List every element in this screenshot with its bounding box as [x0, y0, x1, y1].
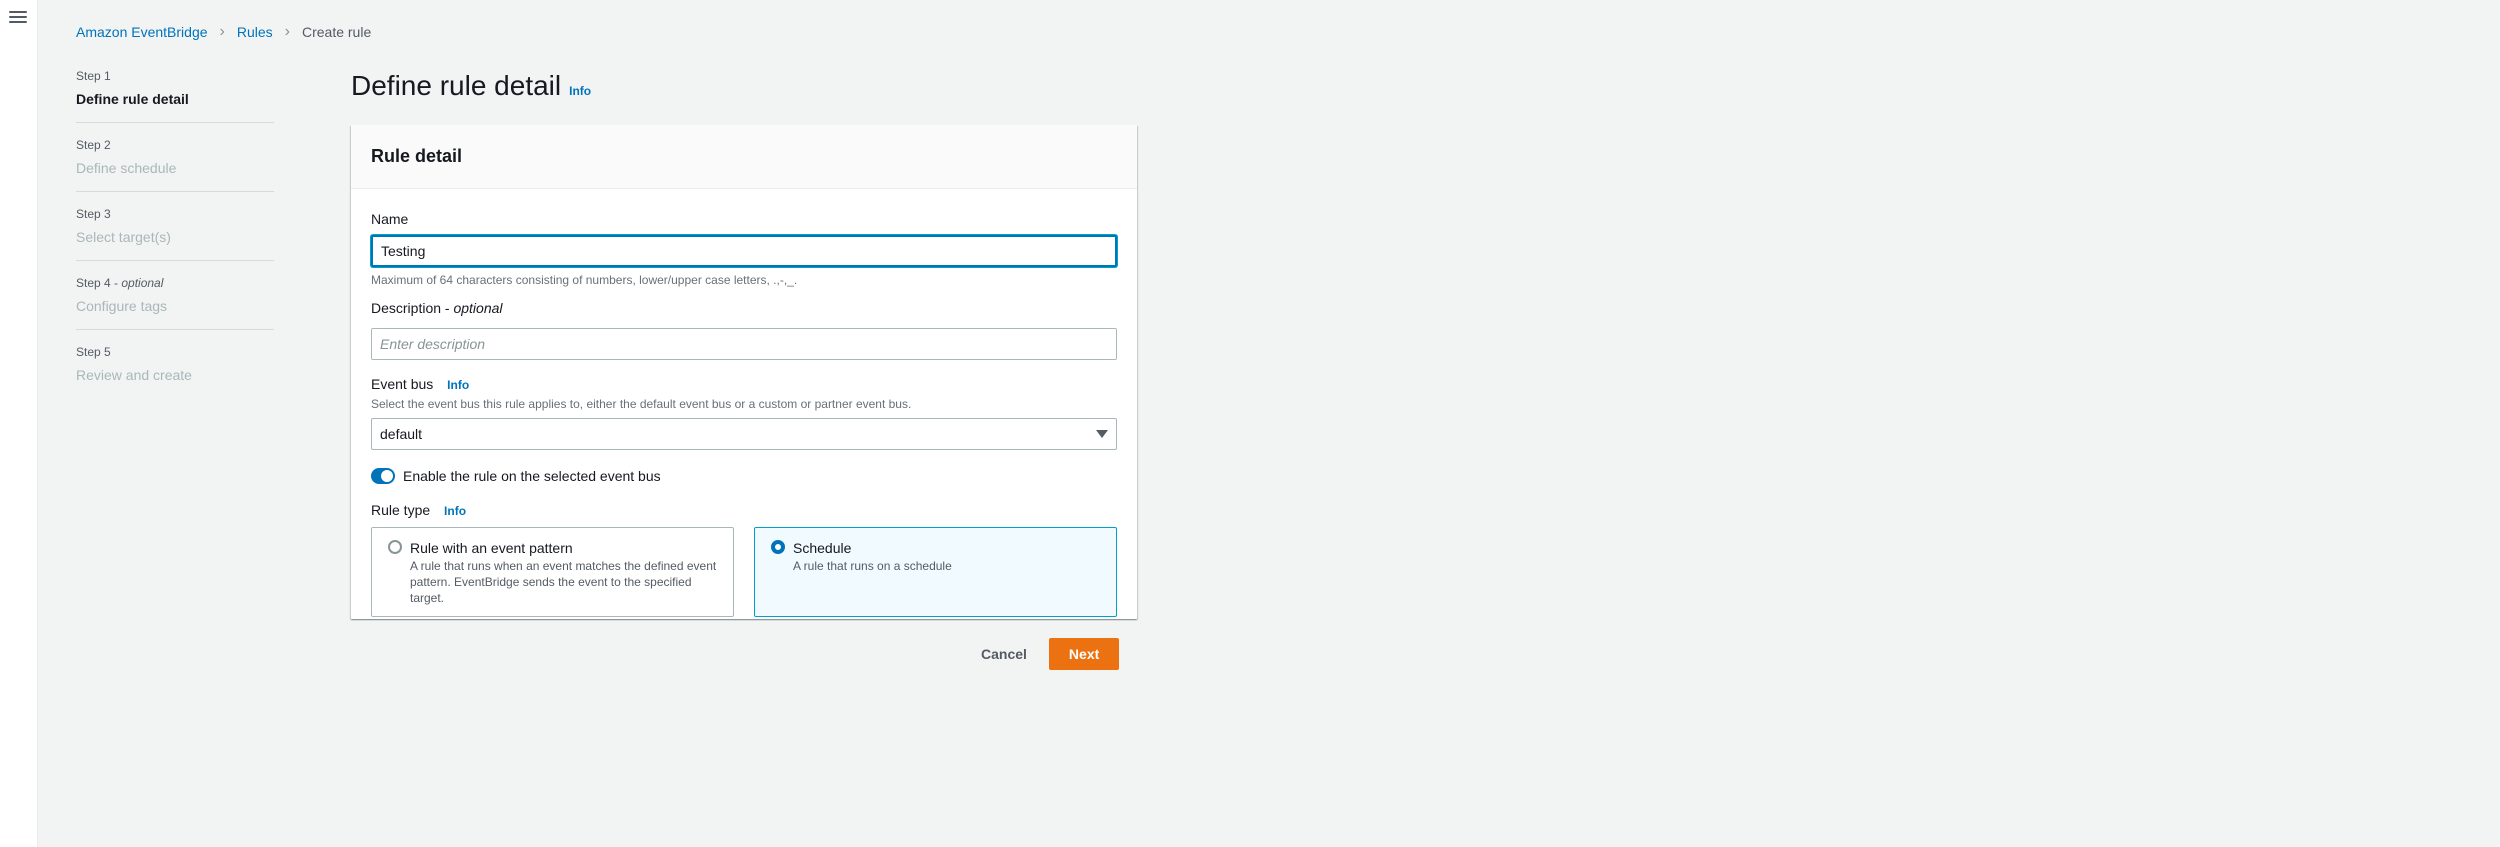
wizard-actions: Cancel Next — [981, 638, 1120, 670]
event-bus-hint: Select the event bus this rule applies t… — [371, 397, 912, 411]
page-header: Define rule detail Info — [351, 70, 591, 102]
wizard-step-2: Step 2 Define schedule — [76, 137, 274, 192]
wizard-step-3: Step 3 Select target(s) — [76, 206, 274, 261]
name-constraint-hint: Maximum of 64 characters consisting of n… — [371, 273, 798, 287]
option-title: Rule with an event pattern — [410, 540, 573, 556]
option-title: Schedule — [793, 540, 852, 556]
breadcrumb-rules-link[interactable]: Rules — [237, 24, 273, 40]
step-title: Define schedule — [76, 160, 177, 176]
wizard-steps: Step 1 Define rule detail Step 2 Define … — [76, 68, 274, 412]
chevron-right-icon: › — [284, 23, 290, 40]
step-title: Configure tags — [76, 298, 168, 314]
description-field-group: Description - optional — [371, 298, 1117, 360]
breadcrumb: Amazon EventBridge › Rules › Create rule — [76, 22, 371, 42]
enable-rule-toggle[interactable] — [371, 468, 395, 484]
radio-button[interactable] — [771, 540, 785, 554]
name-input[interactable] — [371, 235, 1117, 267]
event-bus-label: Event bus — [371, 376, 434, 392]
card-body: Name Maximum of 64 characters consisting… — [351, 189, 1137, 617]
step-number: Step 3 — [76, 207, 111, 221]
rule-type-options: Rule with an event pattern A rule that r… — [371, 527, 1117, 617]
caret-down-icon — [1096, 430, 1108, 438]
step-title: Select target(s) — [76, 229, 171, 245]
step-number-text: Step 4 - — [76, 276, 122, 290]
wizard-step-5: Step 5 Review and create — [76, 344, 274, 398]
rule-type-option-schedule[interactable]: Schedule A rule that runs on a schedule — [754, 527, 1117, 617]
description-optional-text: optional — [453, 300, 503, 316]
page-info-link[interactable]: Info — [569, 84, 591, 98]
option-description: A rule that runs on a schedule — [793, 559, 952, 573]
card-title: Rule detail — [371, 146, 463, 166]
description-input[interactable] — [371, 328, 1117, 360]
card-header: Rule detail — [351, 125, 1137, 189]
page-title: Define rule detail — [351, 70, 562, 101]
description-label: Description - optional — [371, 298, 1117, 318]
rule-detail-card: Rule detail Name Maximum of 64 character… — [351, 125, 1137, 619]
enable-rule-toggle-label: Enable the rule on the selected event bu… — [403, 468, 661, 484]
breadcrumb-eventbridge-link[interactable]: Amazon EventBridge — [76, 24, 208, 40]
event-bus-label-row: Event bus Info — [371, 374, 1117, 395]
step-number: Step 5 — [76, 345, 111, 359]
side-navigation-rail — [0, 0, 38, 847]
next-button[interactable]: Next — [1048, 638, 1120, 670]
step-number: Step 1 — [76, 69, 111, 83]
option-description: A rule that runs when an event matches t… — [410, 559, 717, 605]
event-bus-info-link[interactable]: Info — [447, 378, 469, 392]
wizard-step-1: Step 1 Define rule detail — [76, 68, 274, 123]
name-field-group: Name Maximum of 64 characters consisting… — [371, 209, 1117, 288]
step-title: Define rule detail — [76, 91, 189, 107]
rule-type-label-row: Rule type Info — [371, 500, 1117, 521]
cancel-button[interactable]: Cancel — [981, 646, 1027, 662]
rule-type-option-event-pattern[interactable]: Rule with an event pattern A rule that r… — [371, 527, 734, 617]
enable-rule-toggle-row[interactable]: Enable the rule on the selected event bu… — [371, 468, 1117, 484]
step-optional-text: optional — [121, 276, 164, 290]
radio-button[interactable] — [388, 540, 402, 554]
rule-type-label: Rule type — [371, 502, 431, 518]
name-label: Name — [371, 211, 409, 227]
chevron-right-icon: › — [219, 23, 225, 40]
step-title: Review and create — [76, 367, 192, 383]
rule-type-field-group: Rule type Info Rule with an event patter… — [371, 500, 1117, 617]
event-bus-select[interactable]: default — [371, 418, 1117, 450]
event-bus-selected-value: default — [380, 426, 423, 442]
rule-type-info-link[interactable]: Info — [444, 504, 466, 518]
event-bus-field-group: Event bus Info Select the event bus this… — [371, 374, 1117, 450]
breadcrumb-current: Create rule — [301, 24, 372, 40]
description-label-text: Description - — [371, 300, 454, 316]
step-number: Step 2 — [76, 138, 111, 152]
wizard-step-4: Step 4 - optional Configure tags — [76, 275, 274, 330]
hamburger-menu-icon[interactable] — [9, 9, 27, 25]
step-number: Step 4 - optional — [76, 275, 274, 291]
